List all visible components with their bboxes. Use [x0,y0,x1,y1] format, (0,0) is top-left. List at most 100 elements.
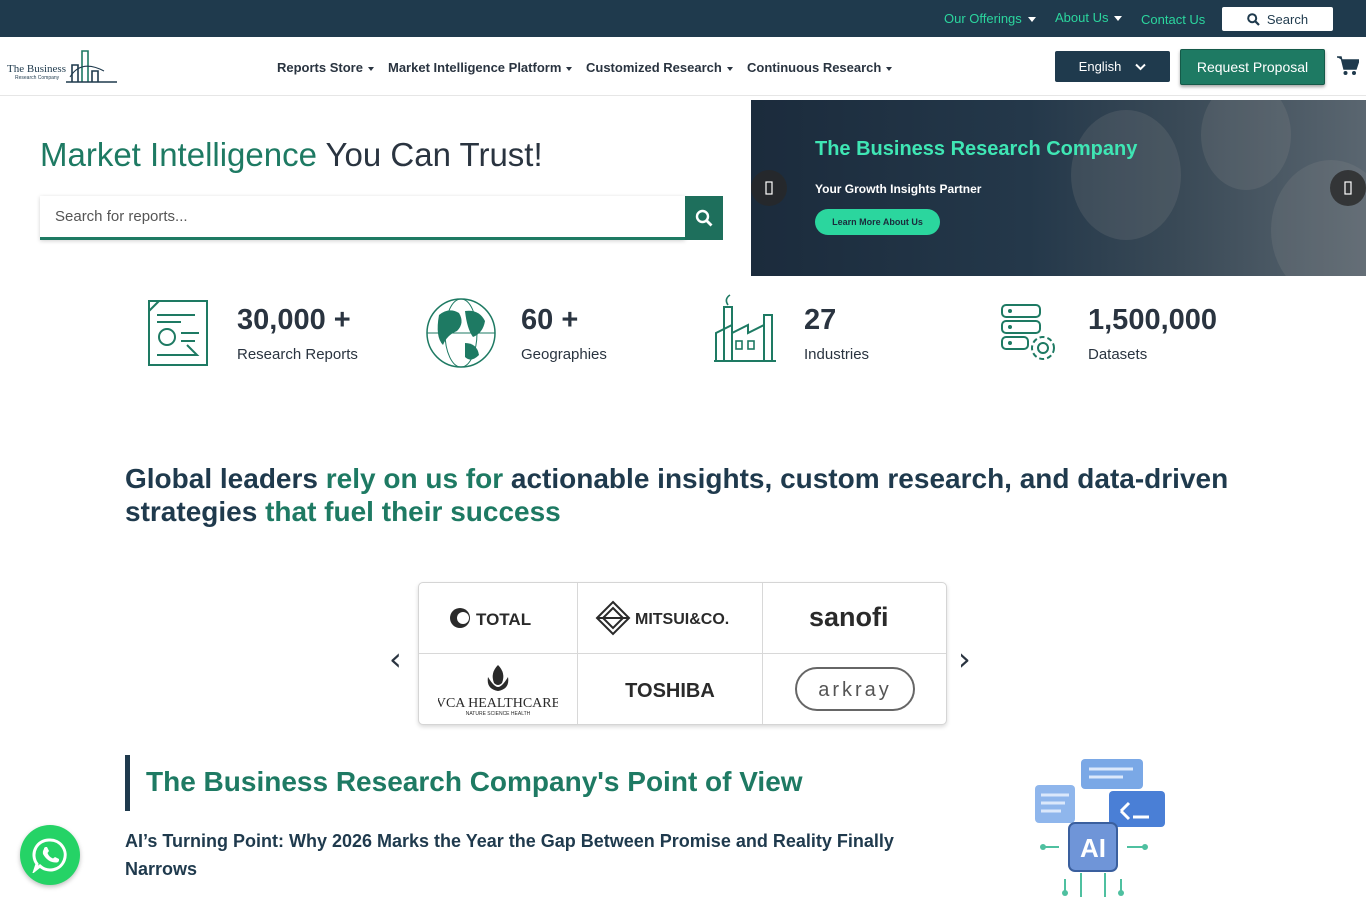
client-logo-vca: VCA HEALTHCARE NATURE SCIENCE HEALTH [419,654,578,724]
ai-chat-illustration: AI [1035,759,1165,897]
database-gear-icon [1001,304,1055,360]
hero-title: Market Intelligence You Can Trust! [40,136,543,174]
banner-title: The Business Research Company [815,138,1138,160]
stat-geographies-value: 60 + [521,304,579,336]
vca-logo-tagline: NATURE SCIENCE HEALTH [466,711,531,717]
search-icon [1247,12,1260,26]
about-us-label: About Us [1055,10,1109,25]
language-label: English [1078,59,1122,74]
stat-research-reports: 30,000 + Research Reports [145,293,385,373]
factory-icon [714,294,776,362]
hero-title-rest: You Can Trust! [316,136,543,173]
client-logo-mitsui: MITSUI&CO. [578,583,763,654]
caret-down-icon [1114,16,1123,22]
stat-reports-value: 30,000 + [237,304,351,336]
stat-datasets-value: 1,500,000 [1088,304,1218,336]
nav-reports-store-label: Reports Store [277,60,363,75]
pov-accent-bar [125,755,130,811]
mitsui-logo-text: MITSUI&CO. [635,611,729,628]
banner-photo-figure [1071,110,1181,240]
nav-market-intelligence-platform[interactable]: Market Intelligence Platform [388,60,573,75]
logo-line-1: The Business [7,63,66,75]
stat-industries-label: Industries [804,346,870,363]
contact-us-label: Contact Us [1141,12,1206,27]
toshiba-logo-text: TOSHIBA [625,680,715,702]
request-proposal-button[interactable]: Request Proposal [1180,49,1325,85]
banner-photo-figure [1201,100,1291,190]
clients-prev-arrow[interactable]: ‹ [389,640,402,678]
stat-reports-label: Research Reports [237,346,358,363]
client-logo-total: TOTAL [419,583,578,654]
pov-article-link[interactable]: AI’s Turning Point: Why 2026 Marks the Y… [125,827,965,883]
report-search-button[interactable] [685,196,723,240]
company-logo[interactable]: The Business Research Company [6,49,118,85]
sanofi-logo: sanofi [809,602,889,632]
vca-healthcare-logo: VCA HEALTHCARE NATURE SCIENCE HEALTH [438,665,558,717]
main-navbar: The Business Research Company Reports St… [0,37,1366,96]
our-offerings-link[interactable]: Our Offerings [944,11,1036,26]
nav-reports-store[interactable]: Reports Store [277,60,374,75]
report-search-input[interactable] [40,196,685,237]
globe-icon [426,298,496,368]
our-offerings-label: Our Offerings [944,11,1022,26]
nav-customized-research-label: Customized Research [586,60,722,75]
banner-subtitle: Your Growth Insights Partner [815,182,982,196]
report-search-box [40,196,685,240]
language-select[interactable]: English [1055,51,1170,82]
banner-prev-button[interactable] [751,170,787,206]
nav-customized-research[interactable]: Customized Research [586,60,733,75]
mitsui-logo: MITSUI&CO. [595,600,729,636]
whatsapp-chat-button[interactable] [20,825,80,885]
shopping-cart-icon[interactable] [1337,56,1359,76]
total-logo-text: TOTAL [476,610,531,629]
arkray-logo: arkray [794,667,915,711]
about-us-link[interactable]: About Us [1055,10,1123,25]
stat-geographies: 60 + Geographies [421,293,651,373]
vca-logo-text: VCA HEALTHCARE [438,696,558,711]
leaders-heading: Global leaders rely on us for actionable… [125,462,1255,528]
caret-down-icon [886,66,893,71]
nav-market-intelligence-label: Market Intelligence Platform [388,60,562,75]
arrow-left-icon [765,181,773,195]
leaders-part-2: rely on us for [325,463,504,494]
caret-down-icon [1027,17,1036,23]
hero-banner-carousel[interactable]: The Business Research Company Your Growt… [751,100,1366,276]
logo-line-2: Research Company [15,75,60,81]
client-logo-toshiba: TOSHIBA [578,654,763,724]
banner-next-button[interactable] [1330,170,1366,206]
leaders-part-1: Global leaders [125,463,326,494]
ai-chip-label: AI [1080,833,1106,863]
top-search-button[interactable]: Search [1222,7,1333,31]
stat-datasets-label: Datasets [1088,346,1148,363]
learn-more-button[interactable]: Learn More About Us [815,209,940,235]
toshiba-logo: TOSHIBA [625,680,715,702]
search-icon [695,209,713,227]
pov-title: The Business Research Company's Point of… [146,766,803,797]
top-bar: Our Offerings About Us Contact Us Search [0,0,1366,37]
leaders-part-4: that fuel their success [265,496,561,527]
nav-continuous-research[interactable]: Continuous Research [747,60,893,75]
arrow-right-icon [1344,181,1352,195]
hero-title-accent: Market Intelligence [40,136,317,173]
client-logo-arkray: arkray [763,654,946,724]
request-proposal-label: Request Proposal [1196,59,1309,75]
report-document-icon [148,300,208,366]
total-logo: TOTAL [450,608,531,629]
caret-down-icon [566,66,573,71]
clients-next-arrow[interactable]: › [958,640,971,678]
contact-us-link[interactable]: Contact Us [1141,12,1205,27]
stat-industries: 27 Industries [714,293,914,373]
caret-down-icon [726,66,733,71]
learn-more-label: Learn More About Us [832,217,923,227]
sanofi-logo-text: sanofi [809,602,889,632]
client-logo-sanofi: sanofi [763,583,946,654]
stat-datasets: 1,500,000 Datasets [998,293,1248,373]
client-logo-grid: TOTAL MITSUI&CO. sanofi VCA HEALTHCARE N… [418,582,947,725]
chevron-down-icon [1135,63,1147,70]
top-search-label: Search [1266,11,1309,27]
arkray-logo-text: arkray [818,679,892,701]
nav-continuous-research-label: Continuous Research [747,60,882,75]
caret-down-icon [367,66,374,71]
stat-geographies-label: Geographies [521,346,607,363]
whatsapp-icon [32,838,67,873]
